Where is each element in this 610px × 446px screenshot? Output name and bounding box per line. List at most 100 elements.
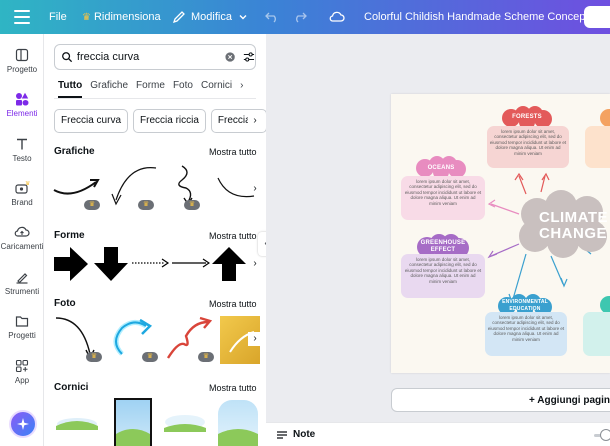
frame-thumbnail[interactable] xyxy=(218,400,258,446)
top-bar: File ♛ Ridimensiona Modifica Colorful Ch… xyxy=(0,0,610,34)
center-title: CLIMATE CHANGE xyxy=(539,209,609,242)
rail-item-testo[interactable]: Testo xyxy=(0,137,44,163)
tabs-divider xyxy=(54,98,256,99)
apps-icon xyxy=(15,359,29,373)
chips-next-icon[interactable]: › xyxy=(248,114,262,128)
zoom-slider-handle[interactable] xyxy=(600,429,610,441)
add-page-button[interactable]: + Aggiungi pagina xyxy=(391,388,610,412)
resize-button[interactable]: ♛ Ridimensiona xyxy=(82,0,161,34)
undo-icon[interactable] xyxy=(265,0,279,34)
partial-text-box xyxy=(585,126,610,168)
show-all-foto[interactable]: Mostra tutto xyxy=(209,299,257,309)
notes-button[interactable]: Note xyxy=(276,429,315,440)
filter-icon[interactable] xyxy=(243,51,255,63)
section-title-cornici: Cornici xyxy=(54,382,89,393)
premium-badge: ♛ xyxy=(84,200,100,210)
arrow-up-shape[interactable] xyxy=(212,247,246,281)
text-icon xyxy=(17,138,27,150)
notes-label: Note xyxy=(293,429,316,440)
rail-item-caricamenti[interactable]: Caricamenti xyxy=(0,225,44,251)
section-title-forme: Forme xyxy=(54,230,85,241)
share-button[interactable] xyxy=(584,6,610,28)
show-all-grafiche[interactable]: Mostra tutto xyxy=(209,147,257,157)
premium-badge: ♛ xyxy=(198,352,214,362)
search-icon xyxy=(62,52,73,63)
grafiche-next-icon[interactable]: › xyxy=(248,182,262,196)
document-title[interactable]: Colorful Childish Handmade Scheme Concep… xyxy=(364,0,601,34)
brand-icon: ♛ xyxy=(15,181,30,194)
chevron-down-icon xyxy=(239,15,247,20)
partial-label-cloud xyxy=(600,109,610,127)
resize-label: Ridimensiona xyxy=(93,11,161,23)
rail-item-app[interactable]: App xyxy=(0,359,44,385)
oceans-label: OCEANS xyxy=(427,165,455,171)
folder-icon xyxy=(15,316,29,327)
rail-item-elementi[interactable]: Elementi xyxy=(0,92,44,118)
foto-next-icon[interactable]: › xyxy=(248,332,262,346)
shapes-icon xyxy=(16,92,29,106)
rail-item-label: Elementi xyxy=(6,109,38,118)
show-all-forme[interactable]: Mostra tutto xyxy=(209,231,257,241)
magic-assistant-button[interactable] xyxy=(9,410,37,438)
arrow-right-shape[interactable] xyxy=(54,247,88,281)
chip-freccia-riccia[interactable]: Freccia riccia xyxy=(133,109,206,133)
tab-forme[interactable]: Forme xyxy=(136,80,165,98)
rail-item-label: Progetto xyxy=(6,65,38,74)
tab-foto[interactable]: Foto xyxy=(173,80,193,98)
premium-badge: ♛ xyxy=(184,200,200,210)
premium-badge: ♛ xyxy=(142,352,158,362)
greenhouse-label: GREENHOUSE EFFECT xyxy=(420,240,466,253)
premium-badge: ♛ xyxy=(138,200,154,210)
notes-icon xyxy=(277,430,287,439)
environmental-text-box: lorem ipsum dolor sit amet, consectetur … xyxy=(485,312,567,356)
cloud-upload-icon xyxy=(14,226,30,237)
tab-tutto[interactable]: Tutto xyxy=(58,80,83,98)
dotted-arrow-shape[interactable] xyxy=(132,256,170,270)
rail-item-progetto[interactable]: Progetto xyxy=(0,48,44,74)
curved-arrow-graphic[interactable] xyxy=(52,170,104,204)
suggestion-chips: Freccia curva Freccia riccia Freccia tr xyxy=(54,109,266,133)
tab-grafiche[interactable]: Grafiche xyxy=(90,80,128,98)
rail-item-label: App xyxy=(14,376,30,385)
forme-next-icon[interactable]: › xyxy=(248,257,262,271)
frame-thumbnail[interactable] xyxy=(114,398,152,446)
left-rail: Progetto Elementi Testo ♛ Brand Caricame… xyxy=(0,34,44,446)
rail-item-strumenti[interactable]: Strumenti xyxy=(0,270,44,296)
svg-text:♛: ♛ xyxy=(25,181,30,187)
tabs-next-icon[interactable]: › xyxy=(240,80,243,98)
draw-icon xyxy=(16,273,28,284)
section-title-grafiche: Grafiche xyxy=(54,146,95,157)
search-input[interactable] xyxy=(76,51,197,63)
search-box[interactable] xyxy=(54,44,256,70)
design-page[interactable]: CLIMATE CHANGE FORESTS lorem ipsum dolor… xyxy=(391,94,610,373)
rail-item-label: Brand xyxy=(11,198,33,207)
forests-text-box: lorem ipsum dolor sit amet, consectetur … xyxy=(487,126,569,168)
show-all-cornici[interactable]: Mostra tutto xyxy=(209,383,257,393)
rail-item-label: Testo xyxy=(12,154,32,163)
forests-label: FORESTS xyxy=(512,114,542,120)
bottom-bar: Note xyxy=(266,422,610,446)
rail-item-label: Strumenti xyxy=(4,287,40,296)
sparkle-icon xyxy=(17,418,29,430)
environmental-label: ENVIRONMENTAL EDUCATION xyxy=(502,299,548,312)
file-menu[interactable]: File xyxy=(49,0,67,34)
greenhouse-text-box: lorem ipsum dolor sit amet, consectetur … xyxy=(401,254,485,298)
pencil-icon xyxy=(172,11,185,24)
filter-tabs: Tutto Grafiche Forme Foto Cornici › xyxy=(58,80,251,98)
line-arrow-shape[interactable] xyxy=(172,256,210,270)
cloud-sync-icon[interactable] xyxy=(329,0,345,34)
chip-freccia-curva[interactable]: Freccia curva xyxy=(54,109,129,133)
tab-cornici[interactable]: Cornici xyxy=(201,80,232,98)
redo-icon[interactable] xyxy=(293,0,307,34)
edit-button[interactable]: Modifica xyxy=(172,0,248,34)
arrow-down-shape[interactable] xyxy=(94,247,128,281)
frame-thumbnail[interactable] xyxy=(54,410,100,446)
clear-icon[interactable] xyxy=(225,51,235,63)
edit-label: Modifica xyxy=(191,11,232,23)
rail-item-brand[interactable]: ♛ Brand xyxy=(0,181,44,207)
layout-icon xyxy=(15,48,29,62)
menu-icon[interactable] xyxy=(14,0,30,34)
frame-thumbnail[interactable] xyxy=(162,410,208,446)
rail-item-progetti[interactable]: Progetti xyxy=(0,314,44,340)
premium-badge: ♛ xyxy=(86,352,102,362)
